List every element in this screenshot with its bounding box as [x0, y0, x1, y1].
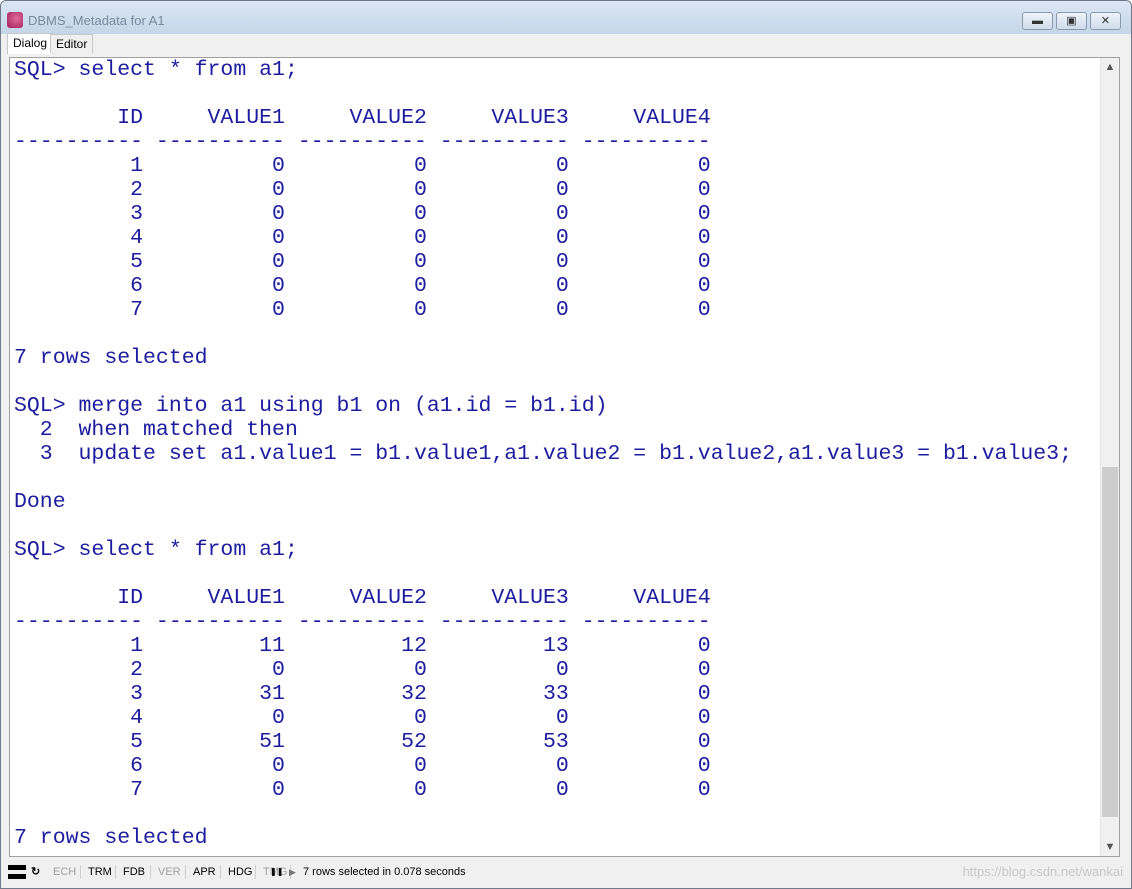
application-window: DBMS_Metadata for A1 ▬ ▣ ✕ Dialog Editor…: [0, 0, 1132, 889]
separator: [80, 865, 81, 879]
table-header: ID VALUE1 VALUE2 VALUE3 VALUE4: [14, 586, 711, 610]
console-line: SQL> select * from a1;: [14, 538, 298, 562]
table-row: 3 0 0 0 0: [14, 202, 711, 226]
console-line: SQL> select * from a1;: [14, 58, 298, 82]
separator: [115, 865, 116, 879]
separator: [220, 865, 221, 879]
table-row: 1 11 12 13 0: [14, 634, 711, 658]
vertical-scrollbar[interactable]: ▲ ▼: [1100, 58, 1119, 856]
pause-icon[interactable]: ❚❚: [270, 861, 283, 883]
close-button[interactable]: ✕: [1090, 12, 1121, 30]
table-divider: ---------- ---------- ---------- -------…: [14, 130, 711, 154]
output-text: SQL> select * from a1; ID VALUE1 VALUE2 …: [14, 58, 1072, 850]
tab-dialog[interactable]: Dialog: [7, 33, 54, 54]
watermark: https://blog.csdn.net/wankai: [962, 864, 1123, 879]
minimize-button[interactable]: ▬: [1022, 12, 1053, 30]
play-icon[interactable]: ▶: [289, 861, 296, 883]
toggle-apr[interactable]: APR: [193, 861, 216, 883]
table-row: 7 0 0 0 0: [14, 778, 711, 802]
status-bar: ↻ ECH TRM FDB VER APR HDG TMG ❚❚ ▶ 7 rows sele…: [5, 861, 1127, 883]
maximize-button[interactable]: ▣: [1056, 12, 1087, 30]
database-icon: [7, 12, 23, 28]
table-row: 7 0 0 0 0: [14, 298, 711, 322]
scrollbar-thumb[interactable]: [1102, 467, 1118, 817]
toggle-hdg[interactable]: HDG: [228, 861, 252, 883]
toggle-ver[interactable]: VER: [158, 861, 181, 883]
console-line: Done: [14, 490, 66, 514]
table-row: 6 0 0 0 0: [14, 274, 711, 298]
toggle-trm[interactable]: TRM: [88, 861, 112, 883]
toggle-fdb[interactable]: FDB: [123, 861, 145, 883]
output-pane-icon[interactable]: [8, 865, 26, 879]
table-row: 1 0 0 0 0: [14, 154, 711, 178]
refresh-icon[interactable]: ↻: [31, 861, 40, 883]
scroll-up-arrow-icon[interactable]: ▲: [1101, 58, 1119, 76]
console-line: 7 rows selected: [14, 826, 208, 850]
table-row: 4 0 0 0 0: [14, 226, 711, 250]
console-line: 2 when matched then: [14, 418, 298, 442]
table-divider: ---------- ---------- ---------- -------…: [14, 610, 711, 634]
console-line: SQL> merge into a1 using b1 on (a1.id = …: [14, 394, 608, 418]
table-row: 6 0 0 0 0: [14, 754, 711, 778]
table-row: 5 51 52 53 0: [14, 730, 711, 754]
table-row: 2 0 0 0 0: [14, 658, 711, 682]
separator: [255, 865, 256, 879]
status-message: 7 rows selected in 0.078 seconds: [303, 866, 466, 878]
toggle-ech[interactable]: ECH: [53, 861, 76, 883]
table-row: 3 31 32 33 0: [14, 682, 711, 706]
tab-editor[interactable]: Editor: [50, 34, 94, 53]
console-line: 3 update set a1.value1 = b1.value1,a1.va…: [14, 442, 1072, 466]
table-header: ID VALUE1 VALUE2 VALUE3 VALUE4: [14, 106, 711, 130]
sql-output-console[interactable]: SQL> select * from a1; ID VALUE1 VALUE2 …: [9, 57, 1120, 857]
table-row: 4 0 0 0 0: [14, 706, 711, 730]
separator: [150, 865, 151, 879]
console-line: 7 rows selected: [14, 346, 208, 370]
table-row: 2 0 0 0 0: [14, 178, 711, 202]
table-row: 5 0 0 0 0: [14, 250, 711, 274]
window-title: DBMS_Metadata for A1: [28, 13, 165, 28]
title-bar: DBMS_Metadata for A1 ▬ ▣ ✕: [1, 1, 1131, 34]
separator: [185, 865, 186, 879]
scroll-down-arrow-icon[interactable]: ▼: [1101, 838, 1119, 856]
